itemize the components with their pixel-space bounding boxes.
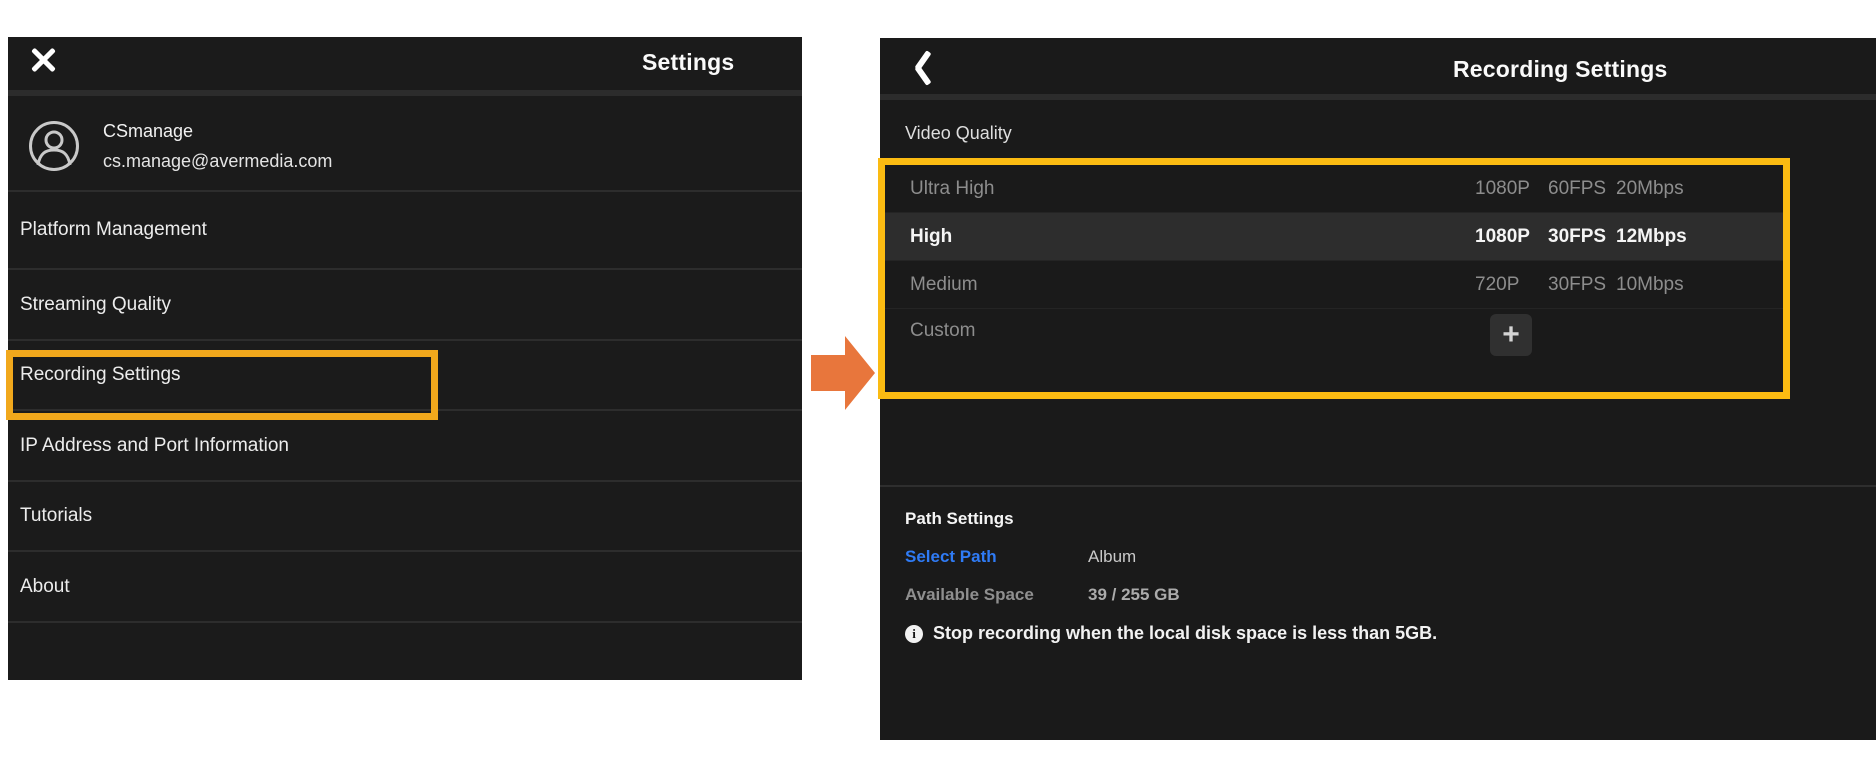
add-custom-quality-button[interactable]: + xyxy=(1490,314,1532,356)
available-space-value: 39 / 255 GB xyxy=(1088,585,1180,605)
menu-item-label: About xyxy=(20,576,70,598)
menu-item-label: IP Address and Port Information xyxy=(20,435,289,457)
quality-bitrate: 10Mbps xyxy=(1616,274,1684,296)
avatar-icon xyxy=(28,120,80,172)
account-profile[interactable]: CSmanage cs.manage@avermedia.com xyxy=(8,100,802,190)
disk-space-note: i Stop recording when the local disk spa… xyxy=(905,623,1437,644)
menu-item-label: Recording Settings xyxy=(20,364,181,386)
quality-resolution: 1080P xyxy=(1475,226,1548,248)
quality-fps: 60FPS xyxy=(1548,178,1616,200)
quality-name: Custom xyxy=(910,320,975,342)
quality-resolution: 720P xyxy=(1475,274,1548,296)
quality-name: Ultra High xyxy=(910,178,994,200)
available-space-label: Available Space xyxy=(905,585,1034,605)
select-path-value: Album xyxy=(1088,547,1136,567)
profile-email: cs.manage@avermedia.com xyxy=(103,151,332,172)
video-quality-label: Video Quality xyxy=(905,123,1012,144)
menu-item-label: Platform Management xyxy=(20,219,207,241)
menu-item-label: Tutorials xyxy=(20,505,92,527)
quality-values: 1080P 30FPS 12Mbps xyxy=(1475,226,1687,248)
menu-item-about[interactable]: About xyxy=(8,550,802,621)
quality-bitrate: 12Mbps xyxy=(1616,226,1687,248)
settings-menu: Platform Management Streaming Quality Re… xyxy=(8,190,802,676)
recording-settings-panel: Recording Settings Video Quality Ultra H… xyxy=(880,38,1876,740)
settings-title: Settings xyxy=(642,49,734,76)
info-icon: i xyxy=(905,625,923,643)
quality-fps: 30FPS xyxy=(1548,274,1616,296)
back-icon[interactable] xyxy=(912,51,934,85)
path-settings-label: Path Settings xyxy=(905,509,1014,529)
menu-spacer xyxy=(8,621,802,676)
arrow-right-icon xyxy=(811,336,875,410)
quality-name: High xyxy=(910,226,952,248)
menu-item-tutorials[interactable]: Tutorials xyxy=(8,480,802,550)
quality-resolution: 1080P xyxy=(1475,178,1548,200)
quality-option-custom[interactable]: Custom + xyxy=(885,308,1783,392)
quality-option-high[interactable]: High 1080P 30FPS 12Mbps xyxy=(885,212,1783,260)
quality-fps: 30FPS xyxy=(1548,226,1616,248)
quality-option-ultra-high[interactable]: Ultra High 1080P 60FPS 20Mbps xyxy=(885,165,1783,212)
close-icon[interactable] xyxy=(28,46,56,74)
recording-settings-title: Recording Settings xyxy=(1453,56,1667,83)
menu-item-streaming-quality[interactable]: Streaming Quality xyxy=(8,268,802,339)
video-quality-highlight-box: Ultra High 1080P 60FPS 20Mbps High 1080P… xyxy=(878,158,1790,399)
menu-item-platform-management[interactable]: Platform Management xyxy=(8,190,802,268)
quality-name: Medium xyxy=(910,274,978,296)
quality-values: 720P 30FPS 10Mbps xyxy=(1475,274,1684,296)
quality-values: 1080P 60FPS 20Mbps xyxy=(1475,178,1684,200)
settings-panel: Settings CSmanage cs.manage@avermedia.co… xyxy=(8,37,802,680)
settings-header: Settings xyxy=(8,37,802,96)
menu-item-label: Streaming Quality xyxy=(20,294,171,316)
recording-settings-header: Recording Settings xyxy=(880,38,1876,100)
disk-space-note-text: Stop recording when the local disk space… xyxy=(933,623,1437,644)
quality-option-medium[interactable]: Medium 720P 30FPS 10Mbps xyxy=(885,260,1783,308)
path-settings-section: Path Settings Select Path Album Availabl… xyxy=(880,485,1876,487)
menu-item-ip-address-port[interactable]: IP Address and Port Information xyxy=(8,409,802,480)
profile-name: CSmanage xyxy=(103,121,193,142)
menu-item-recording-settings[interactable]: Recording Settings xyxy=(8,339,802,409)
quality-bitrate: 20Mbps xyxy=(1616,178,1684,200)
select-path-link[interactable]: Select Path xyxy=(905,547,997,567)
